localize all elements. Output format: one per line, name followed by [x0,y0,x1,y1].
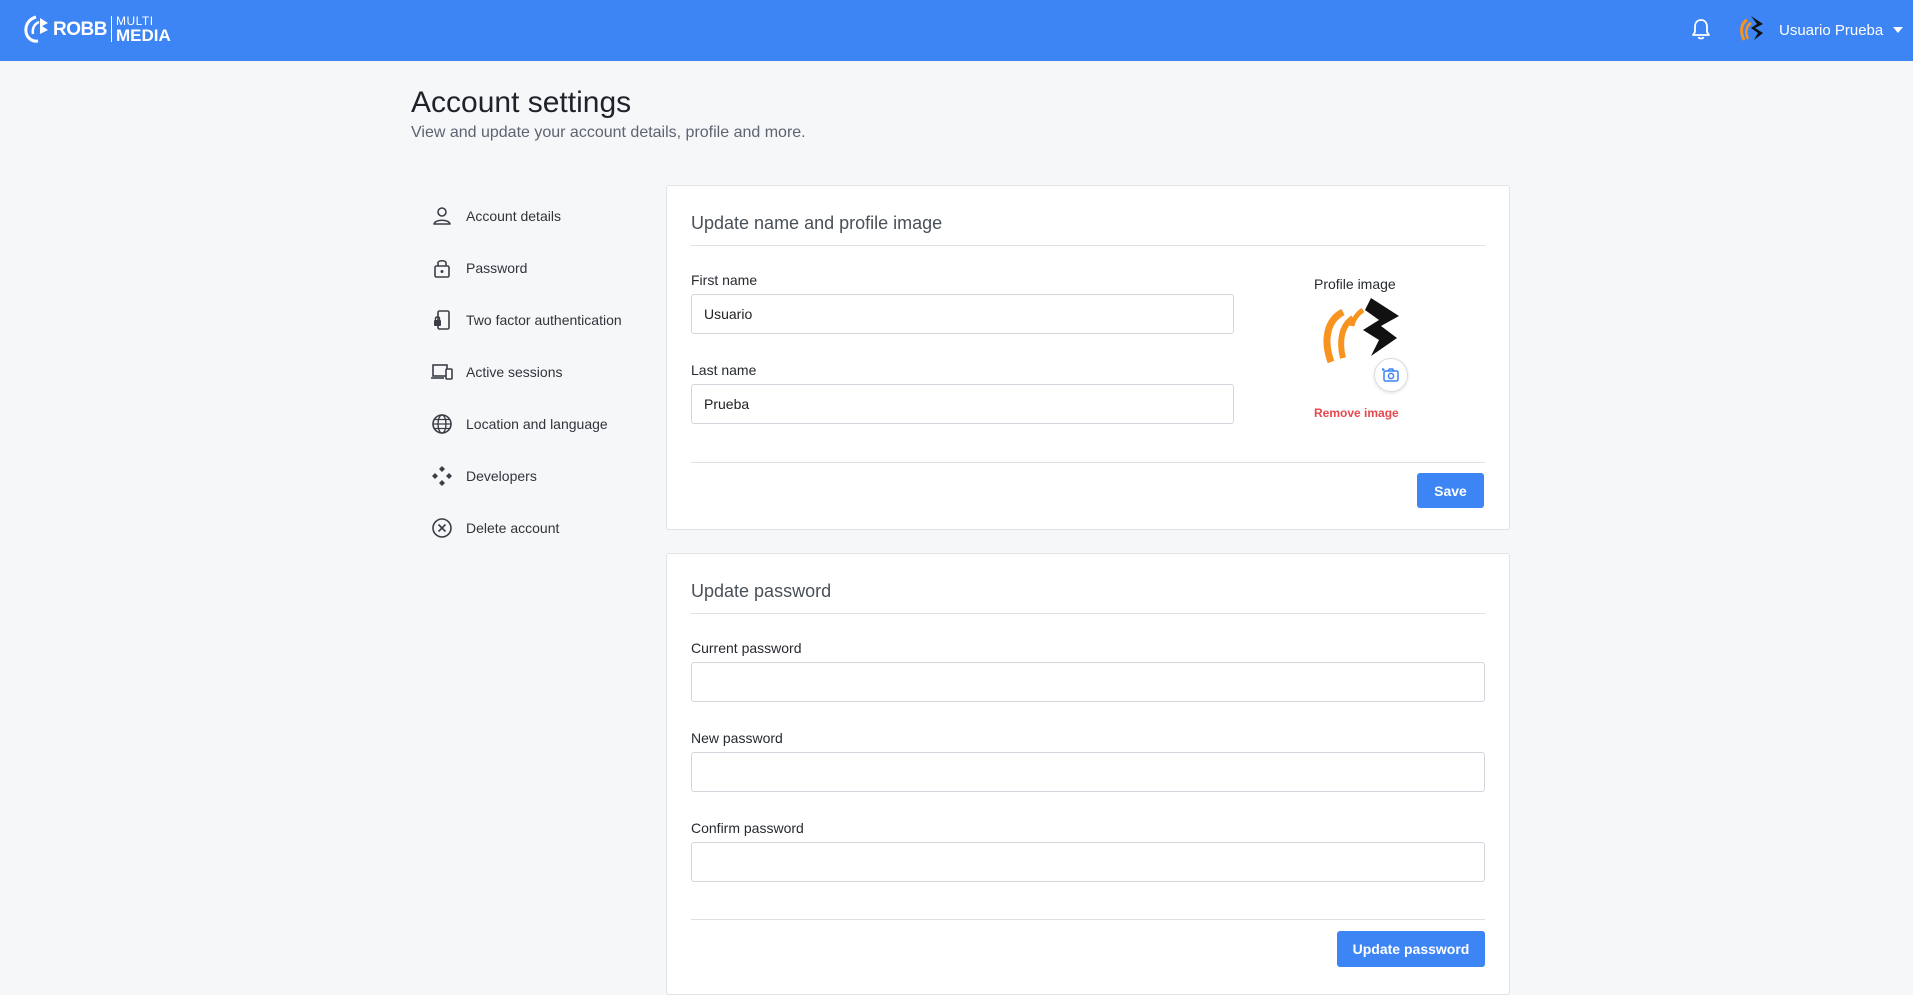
nav-item-label: Delete account [466,520,560,536]
new-password-field[interactable] [691,752,1485,792]
nav-item-active-sessions[interactable]: Active sessions [430,346,650,398]
nav-item-label: Password [466,260,528,276]
nav-item-location-language[interactable]: Location and language [430,398,650,450]
nav-item-label: Account details [466,208,561,224]
first-name-label: First name [691,272,758,288]
logo-divider [110,16,112,42]
nav-item-developers[interactable]: Developers [430,450,650,502]
last-name-label: Last name [691,362,757,378]
phone-lock-icon [434,310,450,330]
profile-image-label: Profile image [1314,276,1396,292]
logo-mark-icon [24,15,48,43]
page-title: Account settings [411,86,632,119]
confirm-password-field[interactable] [691,842,1485,882]
avatar [1740,16,1763,41]
last-name-field[interactable] [691,384,1234,424]
logo-text-primary: ROBB [53,18,107,40]
remove-image-link[interactable]: Remove image [1314,406,1399,420]
profile-card-title: Update name and profile image [691,213,943,233]
divider [691,613,1485,614]
logo-text-secondary-bottom: MEDIA [115,25,171,45]
password-card: Update password Current password New pas… [666,553,1510,995]
nav-item-label: Developers [466,468,537,484]
user-icon [433,207,451,225]
nav-item-password[interactable]: Password [430,242,650,294]
page-subtitle: View and update your account details, pr… [411,124,806,141]
settings-nav: Account details Password Two factor auth… [430,190,650,554]
bell-icon[interactable] [1690,17,1712,41]
profile-card: Update name and profile image First name… [666,185,1510,530]
nav-item-label: Active sessions [466,364,563,380]
nav-item-two-factor[interactable]: Two factor authentication [430,294,650,346]
divider [691,919,1485,920]
top-navbar: ROBB MULTI MEDIA Usuario Prueba [0,0,1913,61]
nav-item-label: Two factor authentication [466,312,622,328]
new-password-label: New password [691,730,783,746]
chevron-down-icon [1893,27,1904,33]
change-photo-button[interactable] [1374,358,1408,392]
divider [691,462,1485,463]
logo-text-secondary-top: MULTI [115,13,154,28]
save-button[interactable]: Save [1417,473,1484,508]
nav-item-delete-account[interactable]: Delete account [430,502,650,554]
user-name: Usuario Prueba [1779,21,1884,39]
current-password-label: Current password [691,640,802,656]
confirm-password-label: Confirm password [691,820,804,836]
update-password-button[interactable]: Update password [1337,931,1485,967]
password-card-title: Update password [691,581,832,601]
camera-icon [1382,368,1399,382]
developers-icon [432,466,452,486]
current-password-field[interactable] [691,662,1485,702]
globe-icon [432,414,452,434]
devices-icon [431,364,453,380]
nav-item-label: Location and language [466,416,608,432]
first-name-field[interactable] [691,294,1234,334]
nav-item-account-details[interactable]: Account details [430,190,650,242]
user-menu[interactable]: Usuario Prueba [1737,10,1904,50]
divider [691,245,1485,246]
lock-icon [434,259,450,278]
close-circle-icon [432,518,452,538]
brand-logo[interactable]: ROBB MULTI MEDIA [22,12,171,46]
